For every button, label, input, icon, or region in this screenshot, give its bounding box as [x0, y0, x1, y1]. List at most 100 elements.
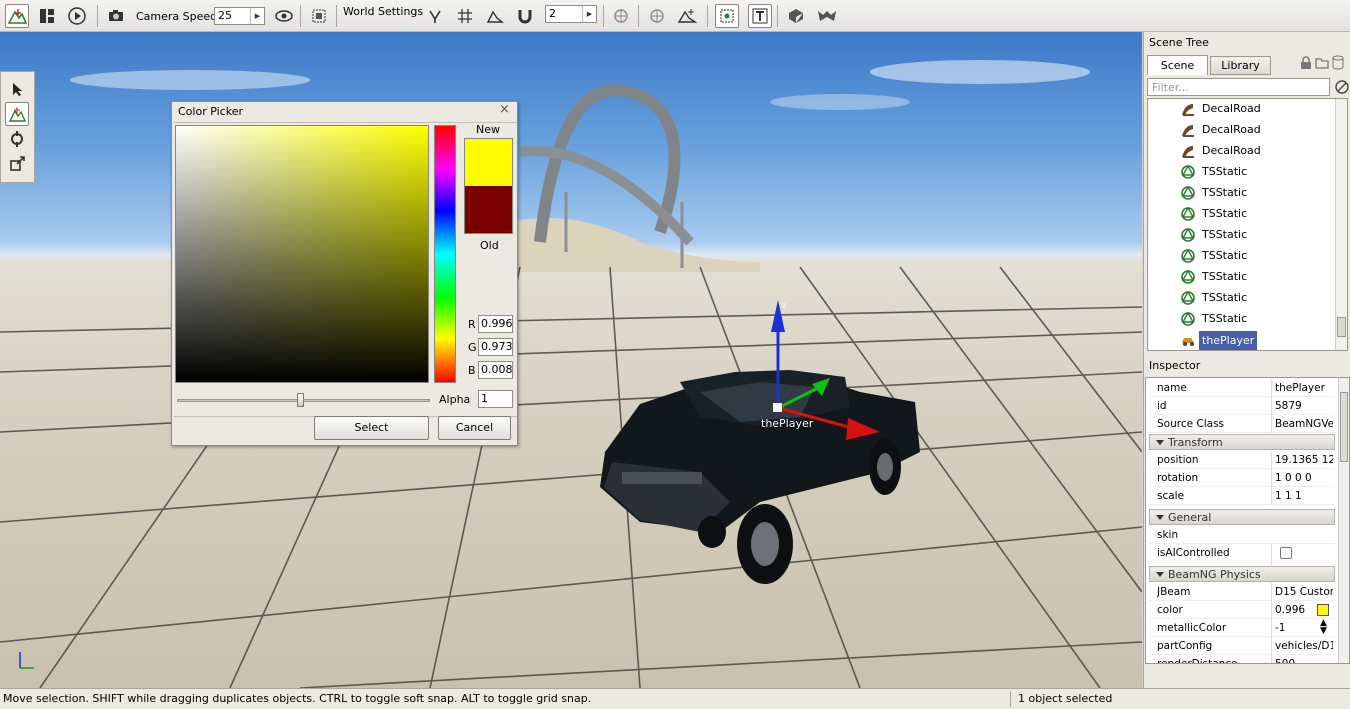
tree-item-theplayer[interactable]: thePlayer: [1148, 330, 1336, 350]
rotate-tool-icon[interactable]: [5, 127, 29, 151]
inspector-row-position[interactable]: position19.1365 122: [1149, 451, 1335, 469]
transform-section-header[interactable]: Transform: [1149, 434, 1335, 450]
tree-item-tsstatic[interactable]: TSStatic: [1148, 225, 1336, 246]
tree-item-decalroad[interactable]: DecalRoad: [1148, 141, 1336, 162]
object-center-icon[interactable]: [609, 4, 633, 28]
snap-spin-icon[interactable]: ▶: [582, 6, 596, 22]
color-swatch-button[interactable]: [1317, 604, 1329, 616]
alpha-label: Alpha: [439, 393, 471, 406]
inspector-row-rotation[interactable]: rotation 1 0 0 0: [1149, 469, 1335, 487]
play-icon[interactable]: [65, 4, 89, 28]
world-settings-label[interactable]: World Settings: [343, 5, 423, 18]
inspector-row-render[interactable]: renderDistance 500: [1149, 655, 1335, 663]
decal-road-icon: [1180, 122, 1196, 138]
tree-item-tsstatic[interactable]: TSStatic: [1148, 288, 1336, 309]
unpack-prefab-icon[interactable]: [815, 4, 839, 28]
ai-checkbox[interactable]: [1280, 547, 1292, 559]
world-editor-icon[interactable]: [5, 4, 29, 28]
world-transform-icon[interactable]: [645, 4, 669, 28]
tree-item-tsstatic[interactable]: TSStatic: [1148, 204, 1336, 225]
clear-filter-icon[interactable]: [1334, 79, 1350, 98]
tree-item-tsstatic[interactable]: TSStatic: [1148, 267, 1336, 288]
r-label: R: [468, 318, 476, 331]
physics-section-header[interactable]: BeamNG Physics: [1149, 566, 1335, 582]
object-name-label: thePlayer: [761, 417, 814, 430]
tree-item-label: DecalRoad: [1202, 144, 1261, 157]
status-bar: Move selection. SHIFT while dragging dup…: [0, 688, 1350, 709]
b-input[interactable]: 0.008: [478, 361, 513, 379]
inspector-title: Inspector: [1149, 359, 1201, 372]
color-picker-title: Color Picker: [178, 105, 243, 118]
snap-value: 2: [549, 7, 556, 20]
prefab-icon[interactable]: [784, 4, 808, 28]
move-tool-icon[interactable]: [5, 102, 29, 126]
tree-item-label: TSStatic: [1202, 165, 1248, 178]
camera-speed-spin-icon[interactable]: ▶: [250, 8, 264, 24]
scale-tool-icon[interactable]: [5, 152, 29, 176]
inspector-scrollbar[interactable]: [1338, 378, 1349, 663]
inspector-row-metallic[interactable]: metallicColor -1 ▲ ▼: [1149, 619, 1335, 637]
camera-icon[interactable]: [104, 4, 128, 28]
tsstatic-icon: [1180, 206, 1196, 222]
truck-vehicle[interactable]: [600, 370, 920, 584]
tree-item-label: DecalRoad: [1202, 123, 1261, 136]
snap-rotate-icon[interactable]: [423, 4, 447, 28]
old-color-label: Old: [480, 239, 499, 252]
tree-item-label: TSStatic: [1202, 228, 1248, 241]
terrain-snap-icon[interactable]: [483, 4, 507, 28]
database-icon[interactable]: [1332, 55, 1344, 73]
r-input[interactable]: 0.996: [478, 315, 513, 333]
folder-icon[interactable]: [1315, 56, 1329, 73]
tree-scrollbar[interactable]: [1335, 99, 1347, 350]
tree-item-tsstatic[interactable]: TSStatic: [1148, 183, 1336, 204]
visibility-eye-icon[interactable]: [272, 4, 296, 28]
inspector-row-class: Source ClassBeamNGVehicle: [1149, 415, 1335, 433]
cancel-button[interactable]: Cancel: [438, 416, 511, 440]
select-button[interactable]: Select: [314, 416, 429, 440]
tree-item-decalroad[interactable]: DecalRoad: [1148, 99, 1336, 120]
new-color-swatch: [465, 139, 512, 186]
magnet-icon[interactable]: [513, 4, 537, 28]
drop-at-icon[interactable]: [675, 4, 699, 28]
tab-library[interactable]: Library: [1210, 56, 1271, 75]
lock-icon[interactable]: [1300, 56, 1312, 73]
metallic-spin-icon[interactable]: ▲ ▼: [1320, 619, 1327, 636]
tree-item-tsstatic[interactable]: TSStatic: [1148, 162, 1336, 183]
color-preview: [464, 138, 513, 234]
tab-scene[interactable]: Scene: [1147, 55, 1208, 75]
close-icon[interactable]: ×: [499, 102, 510, 117]
tree-item-tsstatic[interactable]: TSStatic: [1148, 309, 1336, 330]
filter-input[interactable]: Filter...: [1147, 78, 1330, 96]
camera-speed-value: 25: [218, 9, 232, 22]
g-input[interactable]: 0.973: [478, 338, 513, 356]
saturation-value-area[interactable]: [175, 125, 429, 383]
fit-view-icon[interactable]: [307, 4, 331, 28]
inspector-row-scale[interactable]: scale 1 1 1: [1149, 487, 1335, 505]
snap-value-input[interactable]: 2 ▶: [545, 5, 597, 23]
inspector-panel: name thePlayer id 5879 Source Class BeamNGV…: [1145, 377, 1350, 664]
inspector-row-skin[interactable]: skin: [1149, 526, 1335, 544]
inspector-row-partconfig[interactable]: partConfigvehicles/D15: [1149, 637, 1335, 655]
inspector-row-jbeam[interactable]: JBeamD15 Custom: [1149, 583, 1335, 601]
inspector-row-color[interactable]: color 0.996: [1149, 601, 1335, 619]
gui-editor-icon[interactable]: [35, 4, 59, 28]
tsstatic-icon: [1180, 311, 1196, 327]
hue-slider[interactable]: [434, 125, 456, 383]
tree-item-label: TSStatic: [1202, 186, 1248, 199]
tree-item-decalroad[interactable]: DecalRoad: [1148, 120, 1336, 141]
selection-box-icon[interactable]: [715, 4, 739, 28]
tsstatic-icon: [1180, 269, 1196, 285]
tsstatic-icon: [1180, 248, 1196, 264]
inspector-row-name[interactable]: name thePlayer: [1149, 379, 1335, 397]
camera-speed-input[interactable]: 25 ▶: [214, 7, 265, 25]
tree-item-tsstatic[interactable]: TSStatic: [1148, 246, 1336, 267]
tsstatic-icon: [1180, 290, 1196, 306]
alpha-input[interactable]: 1: [478, 390, 513, 408]
general-section-header[interactable]: General: [1149, 509, 1335, 525]
grid-snap-icon[interactable]: [453, 4, 477, 28]
g-value: 0.973: [481, 340, 513, 353]
alpha-slider-handle[interactable]: [297, 393, 304, 407]
text-labels-icon[interactable]: [748, 4, 772, 28]
select-arrow-icon[interactable]: [5, 77, 29, 101]
tree-item-label: TSStatic: [1202, 291, 1248, 304]
